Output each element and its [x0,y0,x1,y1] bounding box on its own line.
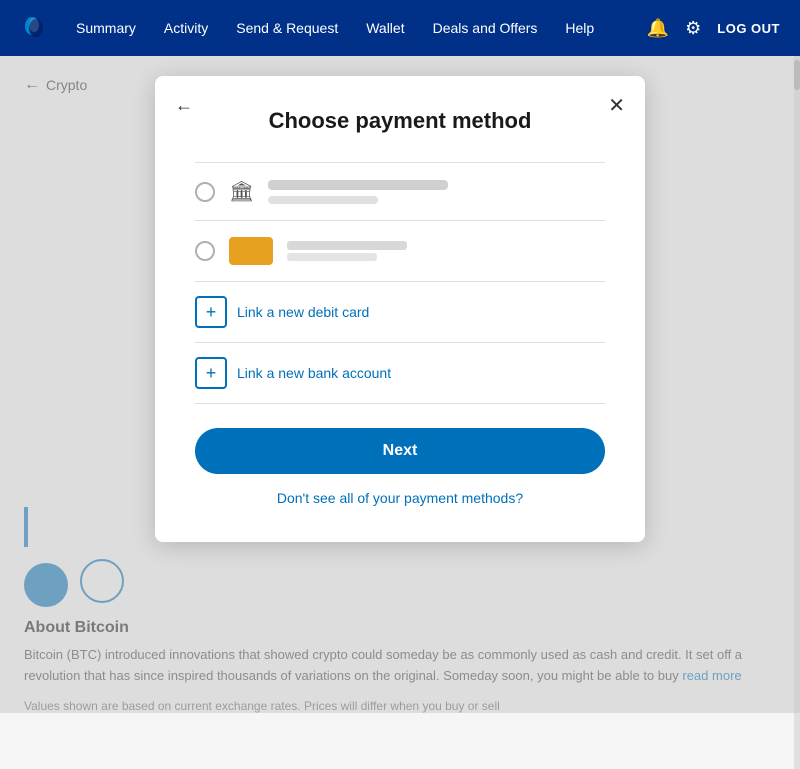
bank-detail-placeholder [268,196,378,204]
nav-wallet[interactable]: Wallet [366,20,404,36]
link-bank-label: Link a new bank account [237,365,391,381]
nav-send-request[interactable]: Send & Request [236,20,338,36]
radio-card[interactable] [195,241,215,261]
link-debit-label: Link a new debit card [237,304,369,320]
card-detail-placeholder [287,253,377,261]
logout-button[interactable]: LOG OUT [717,21,780,36]
nav-help[interactable]: Help [565,20,594,36]
nav-links: Summary Activity Send & Request Wallet D… [76,20,647,36]
payment-method-modal: ← ✕ Choose payment method 🏛 [155,76,645,542]
link-bank-account-row[interactable]: + Link a new bank account [195,343,605,404]
bank-icon: 🏛 [229,179,254,204]
payment-options-list: 🏛 + Link a new debit card [195,162,605,404]
next-button[interactable]: Next [195,428,605,474]
payment-option-card[interactable] [195,221,605,282]
navbar-actions: 🔔 ⚙ LOG OUT [647,18,780,39]
plus-debit-icon: + [195,296,227,328]
gear-icon[interactable]: ⚙ [685,18,701,39]
bank-name-placeholder [268,180,448,190]
dont-see-link[interactable]: Don't see all of your payment methods? [195,490,605,506]
modal-title: Choose payment method [195,108,605,134]
navbar: Summary Activity Send & Request Wallet D… [0,0,800,56]
plus-bank-icon: + [195,357,227,389]
modal-back-button[interactable]: ← [175,96,193,114]
paypal-logo [20,12,52,44]
card-name-placeholder [287,241,407,250]
card-info [287,241,605,261]
modal-close-button[interactable]: ✕ [608,96,625,116]
nav-deals[interactable]: Deals and Offers [433,20,538,36]
modal-overlay: ← ✕ Choose payment method 🏛 [0,56,800,713]
bank-info [268,180,605,204]
nav-summary[interactable]: Summary [76,20,136,36]
radio-bank[interactable] [195,182,215,202]
bell-icon[interactable]: 🔔 [647,18,669,39]
nav-activity[interactable]: Activity [164,20,208,36]
link-debit-card-row[interactable]: + Link a new debit card [195,282,605,343]
payment-option-bank[interactable]: 🏛 [195,163,605,221]
card-image [229,237,273,265]
